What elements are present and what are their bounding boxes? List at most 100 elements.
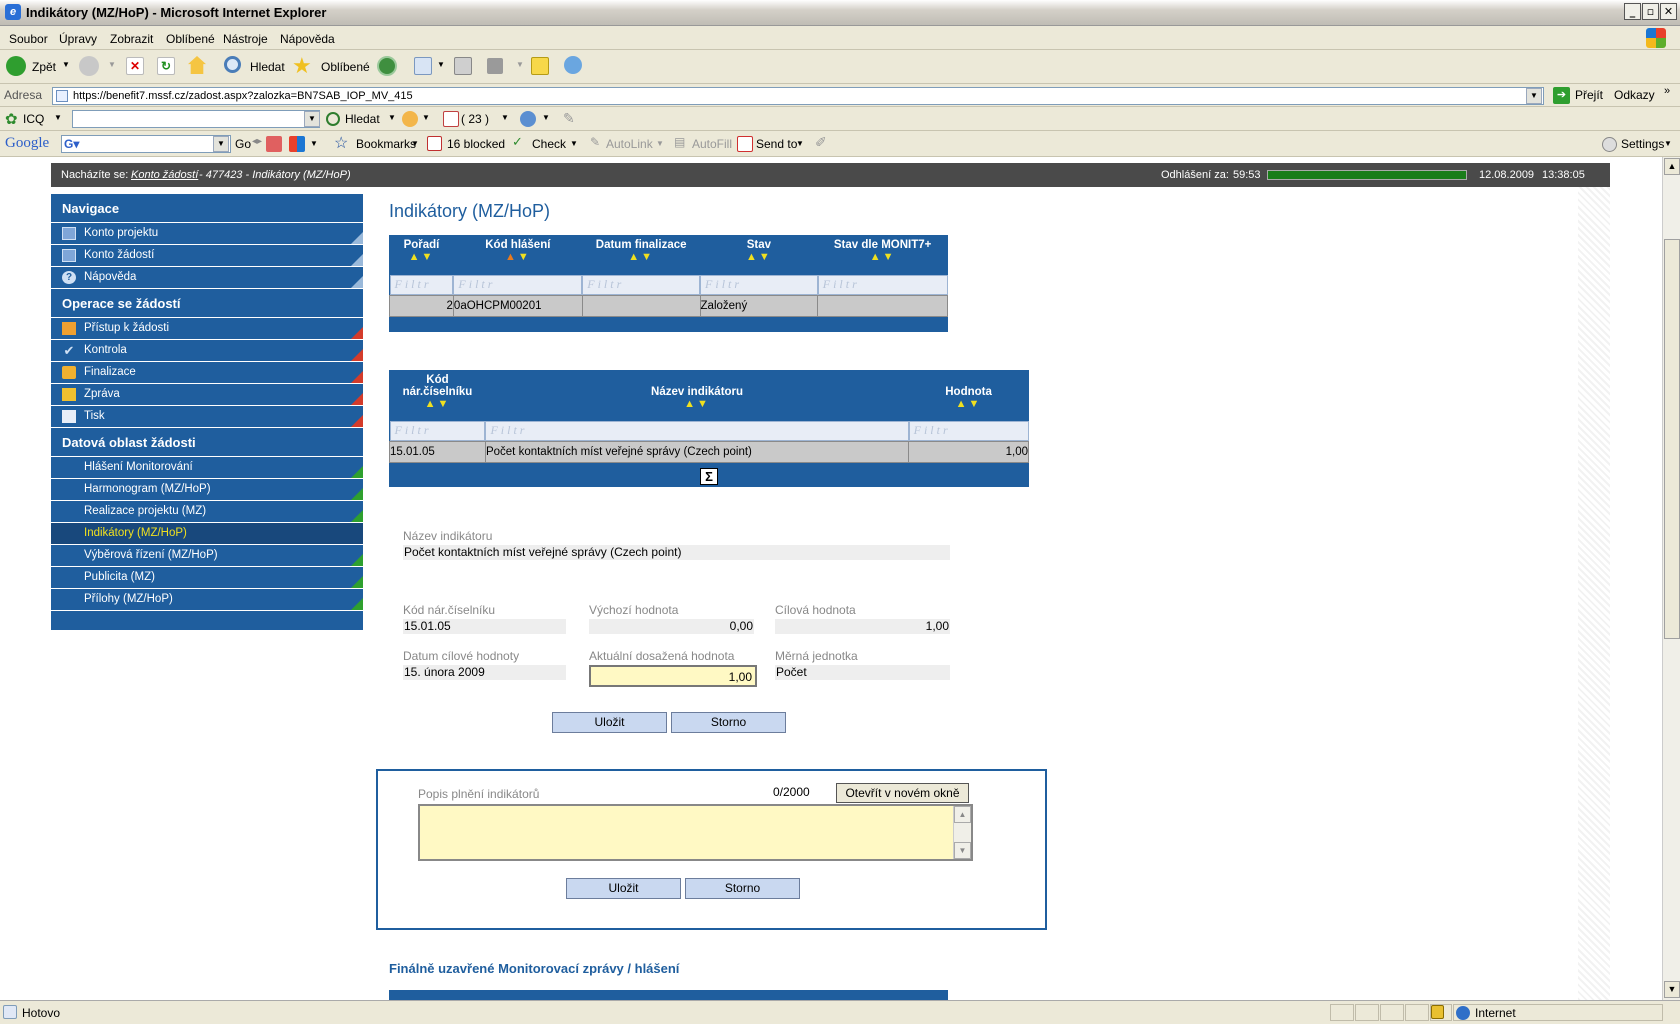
sidebar-item-indicators[interactable]: Indikátory (MZ/HoP) xyxy=(51,523,363,545)
icq-status-icon[interactable] xyxy=(402,111,418,127)
scroll-up-icon[interactable]: ▲ xyxy=(954,806,971,823)
scroll-down-icon[interactable]: ▼ xyxy=(954,842,971,859)
sidebar-item-application-account[interactable]: Konto žádostí xyxy=(51,245,363,267)
sidebar-item-finalize[interactable]: Finalizace xyxy=(51,362,363,384)
mail-dropdown-icon[interactable]: ▼ xyxy=(437,60,445,69)
sidebar-item-attachments[interactable]: Přílohy (MZ/HoP) xyxy=(51,589,363,611)
google-news-dropdown-icon[interactable]: ▼ xyxy=(310,139,318,148)
back-dropdown-icon[interactable]: ▼ xyxy=(62,60,70,69)
address-input[interactable]: https://benefit7.mssf.cz/zadost.aspx?zal… xyxy=(52,87,1544,105)
close-button[interactable]: ✕ xyxy=(1660,3,1677,20)
table-row[interactable]: 15.01.05 Počet kontaktních míst veřejné … xyxy=(389,441,1029,463)
edit-icon[interactable] xyxy=(487,58,503,74)
icq-user-dropdown-icon[interactable]: ▼ xyxy=(542,113,550,122)
col-order[interactable]: Pořadí ▲▼ xyxy=(390,235,454,275)
mail-icon[interactable] xyxy=(414,57,432,75)
scroll-down-icon[interactable]: ▼ xyxy=(1664,981,1680,998)
search-icon[interactable] xyxy=(224,56,241,73)
sendto-icon[interactable] xyxy=(737,136,753,152)
sidebar-item-monitoring-report[interactable]: Hlášení Monitorování xyxy=(51,457,363,479)
settings-button[interactable]: Settings xyxy=(1621,137,1664,151)
chevron-right-icon[interactable]: » xyxy=(1664,85,1670,97)
icq-search-button[interactable]: Hledat xyxy=(345,112,380,126)
sidebar-item-message[interactable]: Zpráva xyxy=(51,384,363,406)
history-icon[interactable] xyxy=(377,56,397,76)
icq-mail-count[interactable]: ( 23 ) xyxy=(461,112,489,126)
filter-indicator-name[interactable]: Filtr xyxy=(485,421,909,441)
back-button[interactable]: Zpět xyxy=(32,60,56,74)
col-code[interactable]: Kód nár.číselníku ▲▼ xyxy=(390,370,486,421)
back-icon[interactable] xyxy=(6,56,26,76)
sidebar-item-schedule[interactable]: Harmonogram (MZ/HoP) xyxy=(51,479,363,501)
filter-finalize-date[interactable]: Filtr xyxy=(582,275,701,295)
description-cancel-button[interactable]: Storno xyxy=(685,878,800,899)
breadcrumb-link[interactable]: Konto žádostí xyxy=(131,169,198,181)
icq-search-input[interactable] xyxy=(72,110,320,128)
sidebar-item-access[interactable]: Přístup k žádosti xyxy=(51,318,363,340)
popup-blocked-count[interactable]: 16 blocked xyxy=(447,137,505,151)
sidebar-item-tenders[interactable]: Výběrová řízení (MZ/HoP) xyxy=(51,545,363,567)
go-button[interactable]: Přejít xyxy=(1575,88,1603,102)
sendto-dropdown-icon[interactable]: ▼ xyxy=(796,139,804,148)
sidebar-item-publicity[interactable]: Publicita (MZ) xyxy=(51,567,363,589)
edit-dropdown-icon[interactable]: ▼ xyxy=(516,60,524,69)
col-monit-state[interactable]: Stav dle MONIT7+ ▲▼ xyxy=(818,235,948,275)
check-button[interactable]: Check xyxy=(532,137,566,151)
filter-report-code[interactable]: Filtr xyxy=(453,275,583,295)
sum-icon[interactable]: Σ xyxy=(700,467,718,485)
sendto-button[interactable]: Send to xyxy=(756,137,797,151)
sidebar-item-help[interactable]: ? Nápověda xyxy=(51,267,363,289)
messenger-icon[interactable] xyxy=(564,56,582,74)
bookmarks-dropdown-icon[interactable]: ▼ xyxy=(411,139,419,148)
icq-search-dropdown-icon[interactable]: ▼ xyxy=(304,111,320,127)
menu-favorites[interactable]: Oblíbené xyxy=(166,32,215,46)
autofill-icon[interactable]: ▤ xyxy=(674,135,685,149)
filter-state[interactable]: Filtr xyxy=(700,275,818,295)
open-new-window-button[interactable]: Otevřít v novém okně xyxy=(836,783,969,803)
col-report-code[interactable]: Kód hlášení ▲▼ xyxy=(453,235,582,275)
filter-monit-state[interactable]: Filtr xyxy=(817,275,948,295)
cancel-button[interactable]: Storno xyxy=(671,712,786,733)
filter-order[interactable]: Filtr xyxy=(389,275,454,295)
favorites-button[interactable]: Oblíbené xyxy=(321,60,370,74)
scroll-up-icon[interactable]: ▲ xyxy=(1664,158,1680,175)
sidebar-item-control[interactable]: ✔ Kontrola xyxy=(51,340,363,362)
description-textarea[interactable]: ▲ ▼ xyxy=(418,804,973,861)
col-state[interactable]: Stav ▲▼ xyxy=(700,235,818,275)
bookmarks-star-icon[interactable]: ☆ xyxy=(334,133,348,153)
google-news-icon[interactable] xyxy=(289,136,305,152)
icq-user-icon[interactable] xyxy=(520,111,536,127)
current-value-input[interactable] xyxy=(589,665,757,687)
scroll-thumb[interactable] xyxy=(1664,239,1680,639)
links-button[interactable]: Odkazy xyxy=(1614,88,1655,102)
col-finalize-date[interactable]: Datum finalizace ▲▼ xyxy=(582,235,700,275)
autolink-button[interactable]: AutoLink xyxy=(606,137,653,151)
settings-icon[interactable] xyxy=(1602,137,1617,152)
restore-button[interactable]: ▫ xyxy=(1642,3,1659,20)
icq-mail-icon[interactable] xyxy=(443,111,459,127)
description-save-button[interactable]: Uložit xyxy=(566,878,681,899)
google-search-input[interactable]: G▾ xyxy=(61,135,231,153)
menu-edit[interactable]: Úpravy xyxy=(59,32,97,46)
icq-label[interactable]: ICQ xyxy=(23,112,44,126)
menu-tools[interactable]: Nástroje xyxy=(223,32,268,46)
google-dropdown-icon[interactable]: ▼ xyxy=(213,136,229,152)
forward-dropdown-icon[interactable]: ▼ xyxy=(108,60,116,69)
textarea-scrollbar[interactable]: ▲ ▼ xyxy=(953,806,971,859)
stop-icon[interactable]: ✕ xyxy=(126,57,144,75)
note-icon[interactable] xyxy=(531,57,549,75)
icq-status-dropdown-icon[interactable]: ▼ xyxy=(422,113,430,122)
spellcheck-icon[interactable]: ✓ xyxy=(512,134,523,150)
table-row[interactable]: 2 0aOHCPM00201 Založený xyxy=(389,295,948,317)
sidebar-item-project-account[interactable]: Konto projektu xyxy=(51,223,363,245)
icq-pen-icon[interactable]: ✎ xyxy=(563,110,575,127)
save-button[interactable]: Uložit xyxy=(552,712,667,733)
highlighter-icon[interactable]: ✐ xyxy=(815,134,827,151)
settings-dropdown-icon[interactable]: ▼ xyxy=(1664,139,1672,148)
refresh-icon[interactable]: ↻ xyxy=(157,57,175,75)
page-scrollbar[interactable]: ▲ ▼ xyxy=(1662,157,1680,1000)
minimize-button[interactable]: _ xyxy=(1624,3,1641,20)
address-url[interactable]: https://benefit7.mssf.cz/zadost.aspx?zal… xyxy=(73,90,413,102)
col-indicator-name[interactable]: Název indikátoru ▲▼ xyxy=(485,370,908,421)
sidebar-item-realization[interactable]: Realizace projektu (MZ) xyxy=(51,501,363,523)
